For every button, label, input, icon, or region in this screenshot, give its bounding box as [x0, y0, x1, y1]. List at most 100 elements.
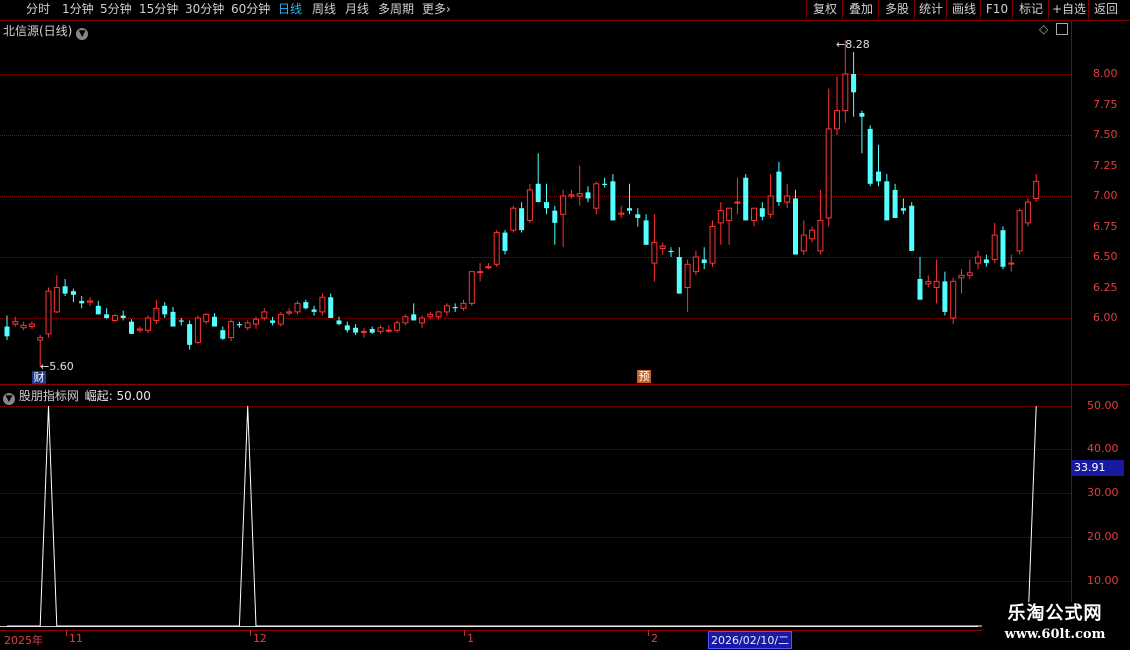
- candle: [385, 325, 392, 333]
- candle-body: [502, 232, 508, 251]
- candle-body: [53, 287, 60, 313]
- candle: [477, 263, 484, 282]
- period-tab-daily[interactable]: 日线: [278, 1, 302, 18]
- candle: [717, 202, 724, 245]
- period-tab-weekly[interactable]: 周线: [312, 1, 336, 18]
- candle-body: [12, 321, 19, 325]
- period-tab-multi[interactable]: 多周期: [378, 1, 414, 18]
- finance-marker[interactable]: 财: [32, 371, 46, 384]
- candle-body: [817, 219, 824, 252]
- mark-button[interactable]: 标记: [1012, 0, 1049, 19]
- candle: [153, 299, 160, 325]
- candle: [45, 287, 52, 338]
- candle: [360, 327, 367, 338]
- candle-body: [79, 300, 85, 304]
- watermark-name: 乐淘公式网: [1007, 603, 1103, 624]
- candle: [452, 303, 458, 312]
- candlestick-chart[interactable]: [0, 21, 1071, 384]
- candle: [942, 271, 948, 316]
- overlay-button[interactable]: 叠加: [842, 0, 879, 19]
- restore-rights-button[interactable]: 复权: [806, 0, 843, 19]
- back-button[interactable]: 返回: [1088, 0, 1123, 19]
- period-tab-1min[interactable]: 1分钟: [62, 1, 94, 18]
- period-tab-15min[interactable]: 15分钟: [139, 1, 178, 18]
- left-arrow-icon: ←: [836, 38, 846, 51]
- candle: [909, 202, 915, 251]
- y-tick-label: 8.00: [1093, 67, 1118, 80]
- candle-body: [4, 326, 10, 337]
- candle: [170, 307, 176, 327]
- candle-body: [178, 320, 184, 322]
- candle-body: [684, 263, 691, 289]
- candle: [991, 222, 998, 264]
- candle: [1000, 226, 1006, 270]
- candle: [668, 247, 674, 257]
- period-tab-fenshi[interactable]: 分时: [26, 1, 50, 18]
- more-periods-dropdown[interactable]: 更多›: [422, 1, 451, 18]
- candle-body: [270, 320, 276, 323]
- candle: [1024, 198, 1031, 227]
- candle: [203, 313, 210, 325]
- f10-button[interactable]: F10: [980, 0, 1013, 19]
- candle-body: [28, 323, 35, 328]
- period-tab-60min[interactable]: 60分钟: [231, 1, 270, 18]
- candle-body: [477, 271, 484, 274]
- y-tick-label: 50.00: [1087, 399, 1119, 412]
- candle: [842, 39, 849, 123]
- candle: [485, 263, 492, 270]
- candle-body: [751, 207, 757, 221]
- period-tab-monthly[interactable]: 月线: [345, 1, 369, 18]
- candle: [120, 310, 126, 321]
- candle: [286, 308, 293, 316]
- candle-body: [825, 128, 832, 219]
- candle: [643, 214, 649, 245]
- candle: [585, 186, 591, 203]
- candle: [851, 52, 857, 117]
- low-price-label: 5.60: [49, 360, 74, 373]
- candle: [62, 278, 68, 297]
- period-tab-30min[interactable]: 30分钟: [185, 1, 224, 18]
- candle: [627, 183, 632, 215]
- period-toolbar: 分时 1分钟 5分钟 15分钟 30分钟 60分钟 日线 周线 月线 多周期 更…: [0, 0, 1130, 21]
- candle: [709, 220, 716, 267]
- candle: [784, 183, 791, 209]
- indicator-chart[interactable]: [0, 385, 1071, 630]
- candle: [535, 153, 541, 203]
- y-tick-label: 6.25: [1093, 281, 1118, 294]
- candle: [610, 174, 616, 221]
- multi-stock-button[interactable]: 多股: [878, 0, 915, 19]
- forecast-marker[interactable]: 预: [637, 370, 651, 383]
- candle: [187, 320, 193, 350]
- candle-body: [717, 210, 724, 224]
- candle-body: [277, 313, 284, 325]
- candle: [79, 296, 85, 309]
- candle-body: [336, 320, 342, 325]
- candle-body: [485, 266, 492, 269]
- candle-body: [427, 313, 434, 318]
- candle: [933, 259, 940, 304]
- statistics-button[interactable]: 统计: [914, 0, 947, 19]
- candle: [925, 275, 932, 288]
- candle: [70, 288, 76, 303]
- candle-body: [311, 309, 317, 312]
- add-watchlist-button[interactable]: +自选: [1048, 0, 1089, 19]
- high-price-annotation: ←8.28: [836, 38, 870, 51]
- candle-body: [651, 241, 658, 264]
- candle: [129, 319, 134, 334]
- watermark: 乐淘公式网 www.60lt.com: [982, 602, 1128, 648]
- candle-body: [892, 189, 898, 218]
- candle-body: [526, 189, 533, 221]
- candle: [734, 177, 741, 215]
- period-tab-5min[interactable]: 5分钟: [100, 1, 132, 18]
- candle: [311, 305, 317, 316]
- candle: [568, 189, 575, 199]
- candle: [377, 325, 384, 334]
- candle: [369, 326, 375, 334]
- candle-body: [627, 208, 632, 211]
- candle: [502, 230, 508, 255]
- candle: [336, 316, 342, 326]
- candle-body: [809, 229, 816, 240]
- candle-body: [360, 330, 367, 333]
- candle-body: [975, 256, 982, 264]
- draw-line-button[interactable]: 画线: [946, 0, 981, 19]
